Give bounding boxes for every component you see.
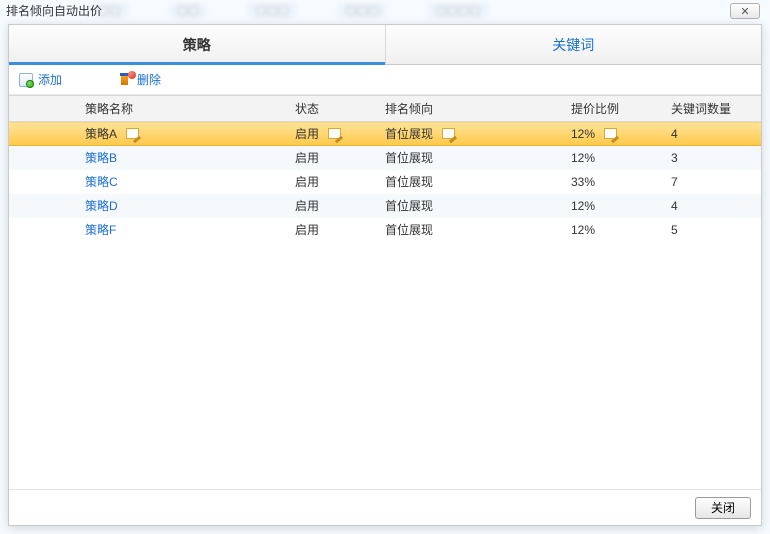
cell-kw: 5 bbox=[665, 218, 761, 242]
cell-kw: 3 bbox=[665, 146, 761, 170]
cell-select[interactable] bbox=[9, 146, 35, 170]
cell-select[interactable] bbox=[9, 218, 35, 242]
cell-ratio: 12% bbox=[565, 194, 665, 218]
tab-label: 关键词 bbox=[552, 35, 594, 55]
col-select[interactable] bbox=[9, 96, 35, 122]
cell-ratio: 12% bbox=[565, 122, 665, 146]
dialog: 策略 关键词 添加 删除 策略名称 状态 排名 bbox=[8, 24, 762, 526]
cell-select[interactable] bbox=[9, 122, 35, 146]
table-row[interactable]: 策略D启用首位展现12%4 bbox=[9, 194, 761, 218]
window-title: 排名倾向自动出价 bbox=[0, 0, 108, 20]
cell-rank: 首位展现 bbox=[379, 170, 565, 194]
close-icon: ✕ bbox=[740, 5, 749, 18]
cell-kw: 7 bbox=[665, 170, 761, 194]
cell-name[interactable]: 策略B bbox=[79, 146, 289, 170]
cell-name[interactable]: 策略F bbox=[79, 218, 289, 242]
cell-name[interactable]: 策略C bbox=[79, 170, 289, 194]
close-button-label: 关闭 bbox=[711, 501, 735, 515]
cell-rank: 首位展现 bbox=[379, 194, 565, 218]
cell-select[interactable] bbox=[9, 194, 35, 218]
cell-kw: 4 bbox=[665, 122, 761, 146]
col-rank[interactable]: 排名倾向 bbox=[379, 96, 565, 122]
cell-ratio: 12% bbox=[565, 146, 665, 170]
add-button[interactable]: 添加 bbox=[19, 71, 62, 88]
tab-label: 策略 bbox=[183, 35, 211, 55]
close-button[interactable]: 关闭 bbox=[695, 497, 751, 519]
table-row[interactable]: 策略A 启用 首位展现 12% 4 bbox=[9, 122, 761, 146]
col-ratio[interactable]: 提价比例 bbox=[565, 96, 665, 122]
cell-select[interactable] bbox=[9, 170, 35, 194]
tab-bar: 策略 关键词 bbox=[9, 25, 761, 65]
table-row[interactable]: 策略B启用首位展现12%3 bbox=[9, 146, 761, 170]
add-label: 添加 bbox=[38, 71, 62, 88]
table-wrap[interactable]: 策略名称 状态 排名倾向 提价比例 关键词数量 策略A 启用 首位展现 12% … bbox=[9, 95, 761, 489]
cell-ratio: 33% bbox=[565, 170, 665, 194]
edit-icon bbox=[328, 128, 341, 139]
cell-flag bbox=[35, 146, 79, 170]
tab-strategy[interactable]: 策略 bbox=[9, 25, 385, 64]
col-name[interactable]: 策略名称 bbox=[79, 96, 289, 122]
edit-icon bbox=[126, 128, 139, 139]
cell-status: 启用 bbox=[289, 218, 379, 242]
cell-ratio: 12% bbox=[565, 218, 665, 242]
cell-kw: 4 bbox=[665, 194, 761, 218]
add-icon bbox=[19, 73, 33, 87]
cell-status: 启用 bbox=[289, 194, 379, 218]
cell-status: 启用 bbox=[289, 146, 379, 170]
cell-rank: 首位展现 bbox=[379, 122, 565, 146]
cell-rank: 首位展现 bbox=[379, 218, 565, 242]
cell-name[interactable]: 策略A bbox=[79, 122, 289, 146]
table-header-row: 策略名称 状态 排名倾向 提价比例 关键词数量 bbox=[9, 96, 761, 122]
table-row[interactable]: 策略C启用首位展现33%7 bbox=[9, 170, 761, 194]
delete-label: 删除 bbox=[137, 71, 161, 88]
cell-status: 启用 bbox=[289, 170, 379, 194]
cell-rank: 首位展现 bbox=[379, 146, 565, 170]
col-flag[interactable] bbox=[35, 96, 79, 122]
cell-status: 启用 bbox=[289, 122, 379, 146]
cell-flag bbox=[35, 194, 79, 218]
delete-button[interactable]: 删除 bbox=[118, 71, 161, 88]
col-kw[interactable]: 关键词数量 bbox=[665, 96, 761, 122]
table-row[interactable]: 策略F启用首位展现12%5 bbox=[9, 218, 761, 242]
strategy-table: 策略名称 状态 排名倾向 提价比例 关键词数量 策略A 启用 首位展现 12% … bbox=[9, 95, 761, 242]
col-status[interactable]: 状态 bbox=[289, 96, 379, 122]
cell-name[interactable]: 策略D bbox=[79, 194, 289, 218]
delete-icon bbox=[118, 73, 132, 87]
tab-keywords[interactable]: 关键词 bbox=[385, 25, 762, 64]
toolbar: 添加 删除 bbox=[9, 65, 761, 95]
dialog-footer: 关闭 bbox=[9, 489, 761, 525]
cell-flag bbox=[35, 122, 79, 146]
edit-icon bbox=[442, 128, 455, 139]
cell-flag bbox=[35, 218, 79, 242]
cell-flag bbox=[35, 170, 79, 194]
edit-icon bbox=[604, 128, 617, 139]
window-close-button[interactable]: ✕ bbox=[730, 3, 760, 19]
